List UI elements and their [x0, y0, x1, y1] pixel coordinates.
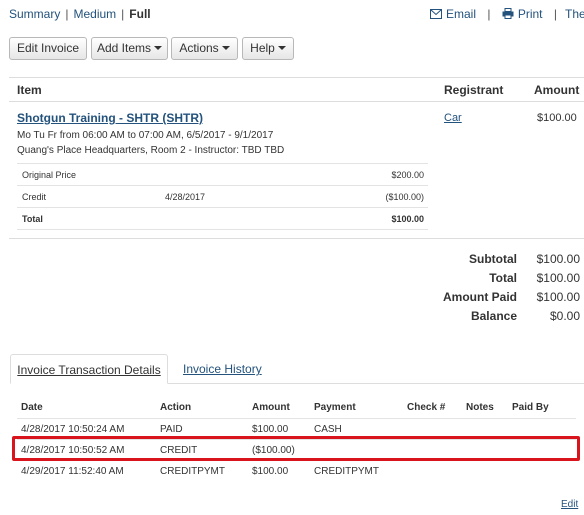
registrant-column-header: Registrant — [444, 83, 504, 97]
subtotal-label: Subtotal — [469, 252, 517, 266]
subtotal-value: $100.00 — [536, 252, 580, 266]
payment-column-header: Payment — [314, 402, 356, 413]
view-switcher: Summary | Medium | Full — [9, 7, 151, 21]
price-row: Original Price $200.00 — [17, 164, 428, 186]
price-row-label: Credit — [22, 192, 47, 202]
summary-view-link[interactable]: Summary — [9, 7, 60, 21]
envelope-icon — [430, 9, 442, 19]
divider — [17, 229, 428, 230]
balance-label: Balance — [470, 309, 517, 323]
edit-invoice-button[interactable]: Edit Invoice — [9, 37, 87, 60]
printer-icon — [502, 8, 514, 19]
tx-action: PAID — [160, 424, 183, 435]
price-row-amount: $100.00 — [391, 214, 424, 224]
check-column-header: Check # — [407, 402, 446, 413]
edit-invoice-label: Edit Invoice — [16, 41, 80, 55]
separator: | — [121, 7, 125, 21]
paid-by-column-header: Paid By — [512, 402, 549, 413]
divider — [17, 418, 576, 419]
tx-amount: $100.00 — [252, 424, 289, 435]
separator: | — [487, 7, 491, 21]
total-value: $100.00 — [536, 271, 580, 285]
item-location: Quang's Place Headquarters, Room 2 - Ins… — [17, 145, 285, 156]
price-row: Credit 4/28/2017 ($100.00) — [17, 186, 428, 208]
divider — [9, 238, 584, 239]
medium-view-link[interactable]: Medium — [73, 7, 116, 21]
action-column-header: Action — [160, 402, 192, 413]
amount-column-header: Amount — [252, 402, 290, 413]
divider — [9, 101, 584, 102]
caret-down-icon — [221, 46, 230, 50]
top-actions: Email | Print | Thermal — [430, 7, 584, 21]
caret-down-icon — [154, 46, 163, 50]
price-row-label: Original Price — [22, 170, 77, 180]
actions-label: Actions — [179, 41, 219, 55]
print-label: Print — [517, 7, 543, 21]
tx-payment: CASH — [314, 424, 342, 435]
actions-dropdown-button[interactable]: Actions — [171, 37, 238, 60]
separator: | — [65, 7, 69, 21]
tab-label: Invoice History — [183, 362, 262, 376]
print-link[interactable]: Print — [498, 7, 545, 21]
tx-payment: CREDITPYMT — [314, 466, 379, 477]
amount-paid-label: Amount Paid — [443, 290, 517, 304]
tx-action: CREDITPYMT — [160, 466, 225, 477]
price-total-row: Total $100.00 — [17, 208, 428, 230]
tab-invoice-transaction-details[interactable]: Invoice Transaction Details — [10, 354, 168, 384]
total-label: Total — [489, 271, 517, 285]
price-row-amount: $200.00 — [391, 170, 424, 180]
notes-column-header: Notes — [466, 402, 494, 413]
help-label: Help — [250, 41, 275, 55]
add-items-label: Add Items — [96, 41, 152, 55]
email-link[interactable]: Email — [430, 7, 479, 21]
price-row-date: 4/28/2017 — [165, 192, 206, 202]
add-items-dropdown-button[interactable]: Add Items — [91, 37, 168, 60]
help-dropdown-button[interactable]: Help — [242, 37, 294, 60]
edit-link[interactable]: Edit — [561, 499, 578, 510]
price-row-amount: ($100.00) — [385, 192, 424, 202]
highlight-box — [12, 436, 580, 461]
thermal-link[interactable]: Thermal — [565, 7, 584, 21]
amount-column-header: Amount — [534, 83, 580, 97]
separator: | — [553, 7, 557, 21]
date-column-header: Date — [21, 402, 43, 413]
caret-down-icon — [277, 46, 286, 50]
amount-paid-value: $100.00 — [536, 290, 580, 304]
tx-amount: $100.00 — [252, 466, 289, 477]
tx-date: 4/29/2017 11:52:40 AM — [21, 466, 124, 477]
item-amount: $100.00 — [537, 112, 577, 124]
divider — [9, 77, 584, 78]
item-title-link[interactable]: Shotgun Training - SHTR (SHTR) — [17, 111, 203, 125]
item-column-header: Item — [17, 83, 42, 97]
tab-invoice-history[interactable]: Invoice History — [183, 354, 262, 384]
registrant-link[interactable]: Car — [444, 112, 462, 124]
balance-value: $0.00 — [549, 309, 580, 323]
email-label: Email — [446, 7, 477, 21]
tab-label: Invoice Transaction Details — [17, 363, 161, 377]
full-view-link[interactable]: Full — [129, 7, 150, 21]
item-schedule: Mo Tu Fr from 06:00 AM to 07:00 AM, 6/5/… — [17, 130, 274, 141]
tx-date: 4/28/2017 10:50:24 AM — [21, 424, 125, 435]
price-row-label: Total — [22, 214, 43, 224]
